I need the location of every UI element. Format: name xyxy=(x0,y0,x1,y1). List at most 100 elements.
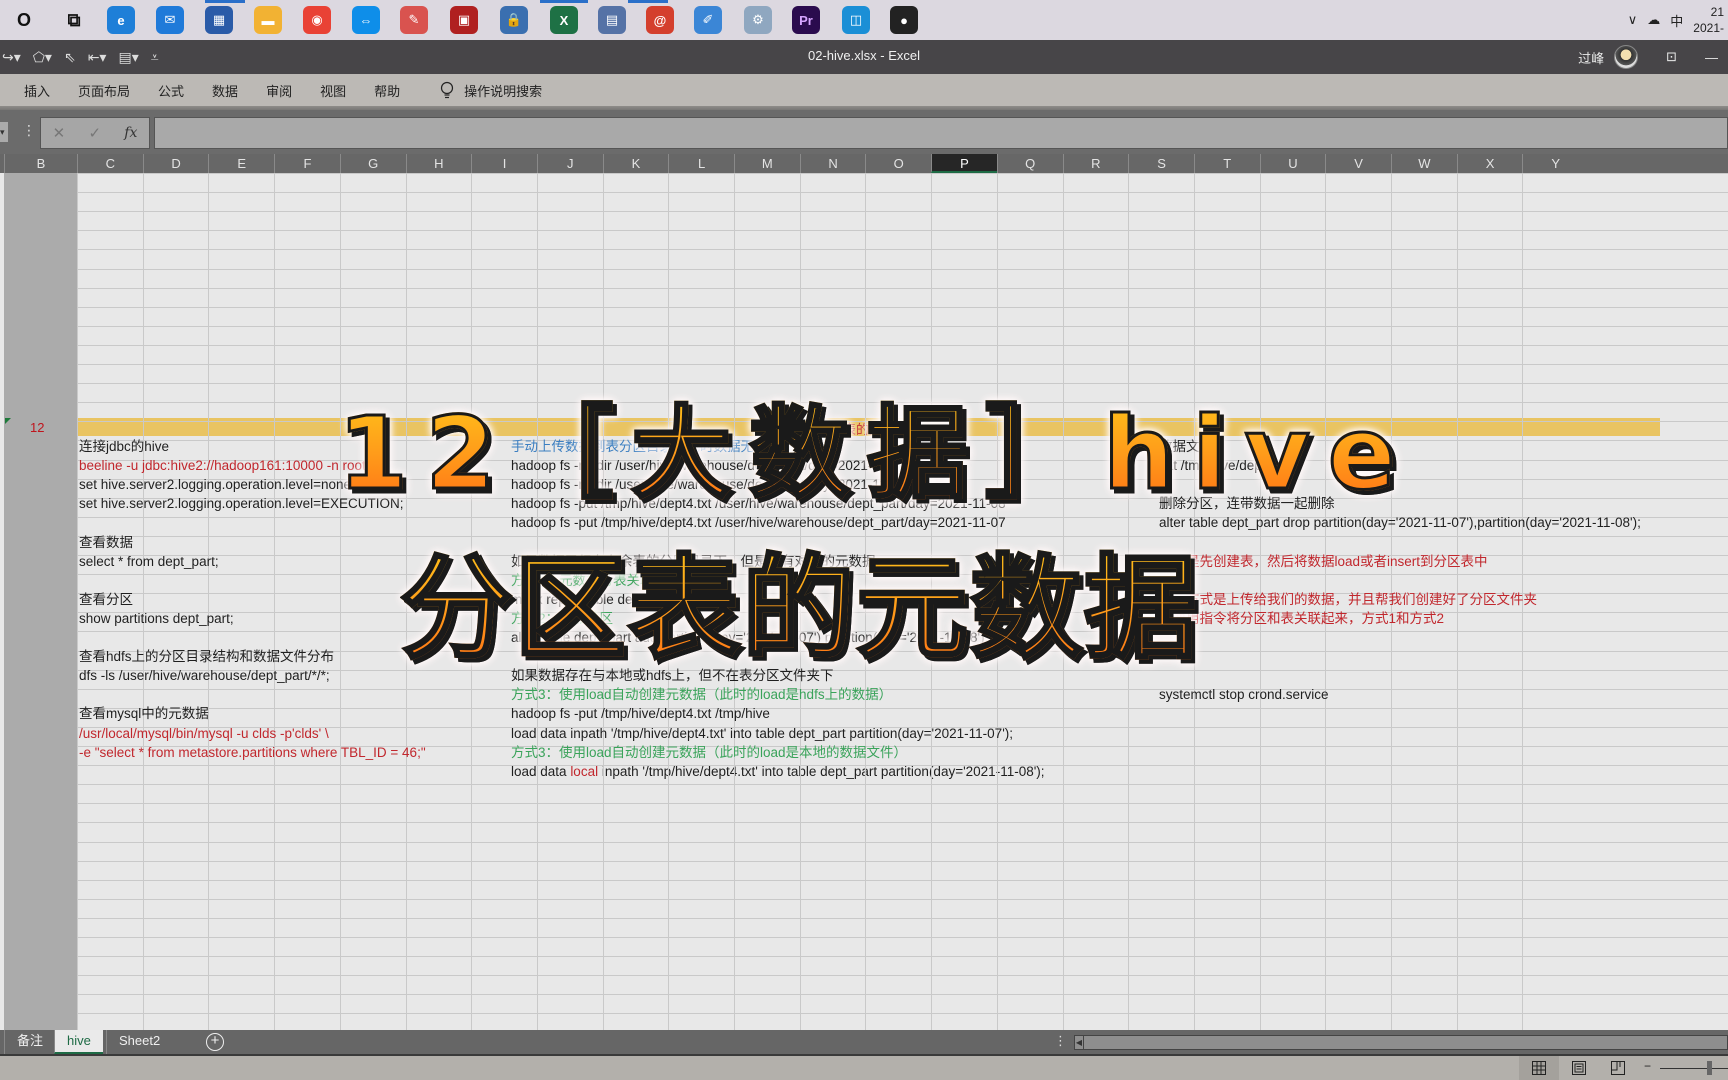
tab-data[interactable]: 数据 xyxy=(212,81,238,100)
enter-icon[interactable]: ✓ xyxy=(88,124,101,142)
cell[interactable]: 上面方式是上传给我们的数据，并且帮我们创建好了分区文件夹 xyxy=(1159,590,1537,609)
zoom-out-button[interactable]: − xyxy=(1644,1059,1651,1073)
cell[interactable]: load data inpath '/tmp/hive/dept4.txt' i… xyxy=(511,724,1013,743)
file-explorer-icon[interactable]: ▬ xyxy=(254,6,282,34)
page-break-view-button[interactable] xyxy=(1598,1056,1638,1080)
column-header-v[interactable]: V xyxy=(1325,154,1391,173)
cell[interactable]: 查看hdfs上的分区目录结构和数据文件分布 xyxy=(79,647,334,666)
cell[interactable]: hadoop fs -mkdir /user/hive/warehouse/de… xyxy=(511,456,906,475)
zoom-slider-track[interactable] xyxy=(1660,1068,1728,1069)
cell[interactable]: select * from dept_part; xyxy=(79,552,219,571)
app-network-icon[interactable]: ▤ xyxy=(598,6,626,34)
teamviewer-icon[interactable]: ⇔ xyxy=(352,6,380,34)
column-header-h[interactable]: H xyxy=(405,154,472,173)
cell[interactable]: 方式1：元数据与表关联 xyxy=(511,571,654,590)
column-header-b[interactable]: B xyxy=(4,154,77,173)
clock[interactable]: 21 2021- xyxy=(1693,4,1724,36)
cell[interactable]: 方式2：添加分区 xyxy=(511,609,613,628)
cell[interactable]: set hive.server2.logging.operation.level… xyxy=(79,475,355,494)
column-header-s[interactable]: S xyxy=(1128,154,1194,173)
minimize-button[interactable]: — xyxy=(1705,50,1718,65)
cell[interactable]: msck repair table dept_part; xyxy=(511,590,678,609)
cell[interactable]: systemctl stop crond.service xyxy=(1159,685,1329,704)
cortana-icon[interactable]: O xyxy=(10,6,38,34)
insert-function-icon[interactable]: fx xyxy=(124,125,137,141)
scroll-left-icon[interactable]: ◀ xyxy=(1075,1036,1084,1049)
cancel-icon[interactable]: ✕ xyxy=(53,124,66,142)
cell[interactable]: hadoop fs -put /tmp/hive/dept4.txt /user… xyxy=(511,494,1006,513)
cell[interactable]: cat /tmp/hive/dept4.txt xyxy=(1159,456,1291,475)
obs-icon[interactable]: ● xyxy=(890,6,918,34)
premiere-icon[interactable]: Pr xyxy=(792,6,820,34)
cell[interactable]: 连接jdbc的hive xyxy=(79,437,169,456)
column-header-d[interactable]: D xyxy=(142,154,209,173)
cell[interactable]: set hive.server2.logging.operation.level… xyxy=(79,494,404,513)
cell[interactable]: dfs -ls /user/hive/warehouse/dept_part/*… xyxy=(79,666,330,685)
tab-formulas[interactable]: 公式 xyxy=(158,81,184,100)
cell[interactable]: show partitions dept_part; xyxy=(79,609,234,628)
sheet-tab-sheet2[interactable]: Sheet2 xyxy=(106,1030,172,1054)
task-view-icon[interactable]: ⧉ xyxy=(60,6,88,34)
app-orange-square-icon[interactable]: ◫ xyxy=(842,6,870,34)
app-red-box-icon[interactable]: ▣ xyxy=(450,6,478,34)
column-header-m[interactable]: M xyxy=(734,154,800,173)
app-pen-pad-icon[interactable]: ✐ xyxy=(694,6,722,34)
column-header-q[interactable]: Q xyxy=(996,154,1063,173)
cell[interactable]: 方式3：使用load自动创建元数据（此时的load是本地的数据文件） xyxy=(511,743,907,762)
column-header-i[interactable]: I xyxy=(471,154,537,173)
sheet-tab-hive[interactable]: hive xyxy=(54,1030,103,1054)
tab-review[interactable]: 审阅 xyxy=(266,81,292,100)
column-header-k[interactable]: K xyxy=(602,154,669,173)
cell[interactable]: hadoop fs -put /tmp/hive/dept4.txt /user… xyxy=(511,513,1006,532)
cell[interactable]: 数据文件 xyxy=(1159,437,1213,456)
cell[interactable]: -e "select * from metastore.partitions w… xyxy=(79,743,426,762)
cell[interactable]: 查看数据 xyxy=(79,533,133,552)
column-header-c[interactable]: C xyxy=(77,154,143,173)
add-sheet-button[interactable]: + xyxy=(206,1033,224,1051)
sheet-tab-notes[interactable]: 备注 xyxy=(4,1030,55,1054)
cell[interactable]: hadoop fs -mkdir /user/hive/warehouse/de… xyxy=(511,475,906,494)
name-box-dropdown[interactable]: ▾ xyxy=(0,122,8,142)
column-header-f[interactable]: F xyxy=(274,154,340,173)
column-header-l[interactable]: L xyxy=(668,154,734,173)
tab-split-handle[interactable]: ⋮ xyxy=(1054,1033,1067,1049)
store-icon[interactable]: ▦ xyxy=(205,6,233,34)
cell[interactable]: 查看mysql中的元数据 xyxy=(79,704,209,723)
column-header-t[interactable]: T xyxy=(1193,154,1260,173)
formula-bar-grip[interactable]: ⋮ xyxy=(22,122,36,139)
cell[interactable]: 如果数据存在与本地或hdfs上，但不在表分区文件夹下 xyxy=(511,666,834,685)
onedrive-cloud-icon[interactable]: ☁ xyxy=(1647,12,1660,28)
normal-view-button[interactable] xyxy=(1519,1056,1559,1080)
mail-icon[interactable]: ✉ xyxy=(156,6,184,34)
tab-insert[interactable]: 插入 xyxy=(24,81,50,100)
account[interactable]: 过峰 xyxy=(1578,45,1639,69)
cell[interactable]: beeline -u jdbc:hive2://hadoop161:10000 … xyxy=(79,456,366,475)
cell[interactable]: 删除分区，连带数据一起删除 xyxy=(1159,494,1335,513)
column-header-u[interactable]: U xyxy=(1259,154,1326,173)
cell[interactable]: hadoop fs -put /tmp/hive/dept4.txt /tmp/… xyxy=(511,704,770,723)
column-header-r[interactable]: R xyxy=(1062,154,1129,173)
tray-chevron-icon[interactable]: ∨ xyxy=(1628,12,1638,28)
cell[interactable]: 方式3：使用load自动创建元数据（此时的load是hdfs上的数据） xyxy=(511,685,892,704)
excel-icon[interactable]: X xyxy=(550,6,578,34)
cell[interactable]: alter table dept_part add partition(day=… xyxy=(511,628,988,647)
column-header-n[interactable]: N xyxy=(799,154,866,173)
cell[interactable]: /usr/local/mysql/bin/mysql -u clds -p'cl… xyxy=(79,724,329,743)
column-header-y[interactable]: Y xyxy=(1522,154,1588,173)
chrome-icon[interactable]: ◉ xyxy=(303,6,331,34)
selected-cell[interactable] xyxy=(1012,567,1032,587)
ime-indicator[interactable]: 中 xyxy=(1670,11,1683,30)
column-header-e[interactable]: E xyxy=(208,154,274,173)
tab-page-layout[interactable]: 页面布局 xyxy=(78,81,130,100)
app-gears-icon[interactable]: ⚙ xyxy=(744,6,772,34)
formula-input[interactable] xyxy=(154,117,1728,149)
horizontal-scrollbar[interactable]: ◀ xyxy=(1074,1035,1728,1050)
tell-me-search[interactable]: 操作说明搜索 xyxy=(440,81,542,100)
cell[interactable]: 查看分区 xyxy=(79,590,133,609)
column-header-w[interactable]: W xyxy=(1391,154,1457,173)
column-header-p[interactable]: P xyxy=(931,154,997,173)
tab-view[interactable]: 视图 xyxy=(320,81,346,100)
app-lock-icon[interactable]: 🔒 xyxy=(500,6,528,34)
column-header-g[interactable]: G xyxy=(339,154,406,173)
worksheet-grid[interactable]: 12 区表的元数 load data local inpath '/tmp/hi… xyxy=(0,173,1728,1030)
